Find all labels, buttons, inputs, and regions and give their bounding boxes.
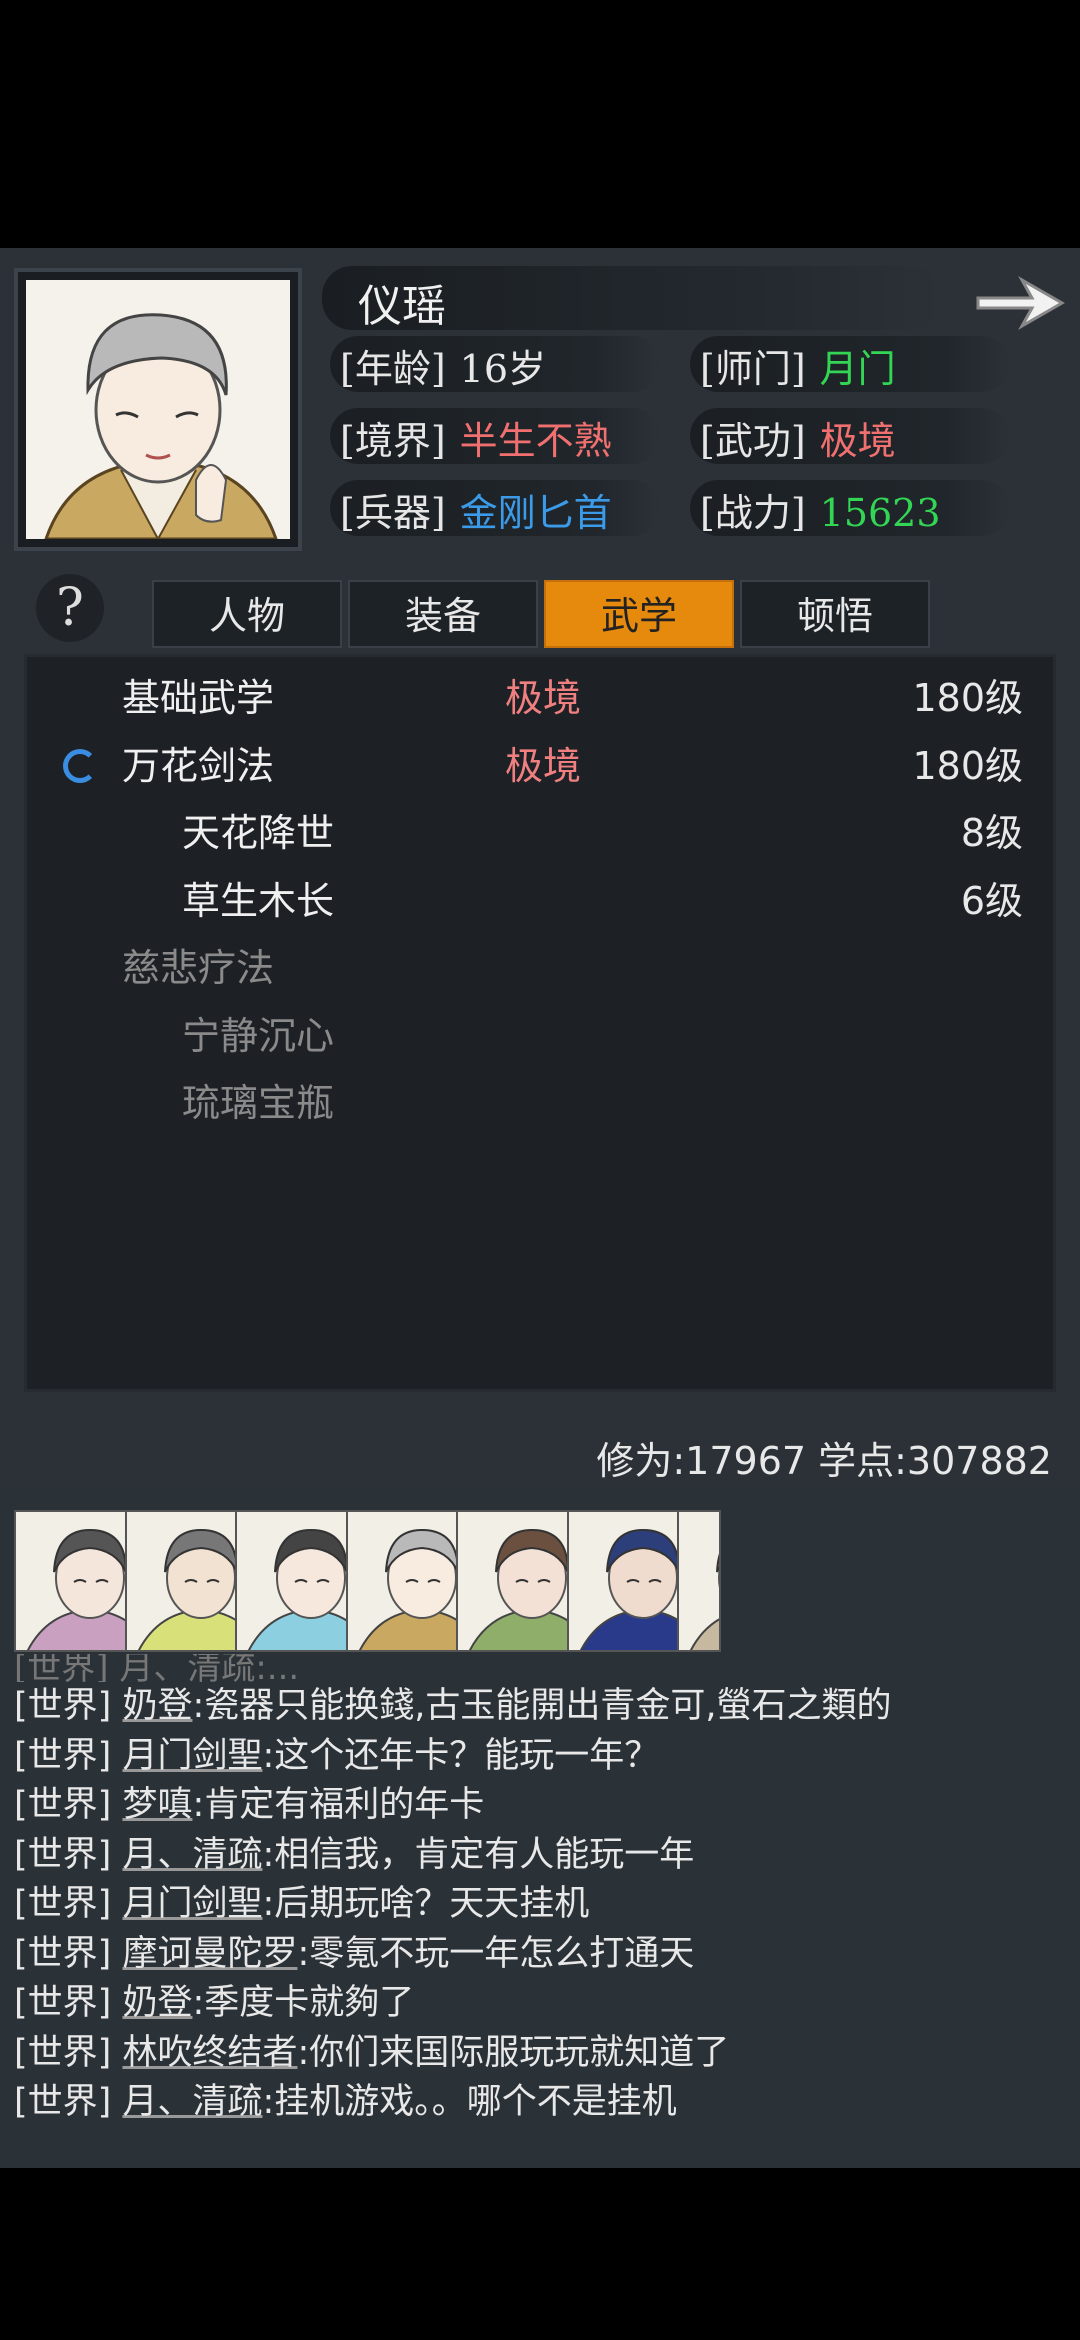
stat-value: 月门 [819, 347, 896, 391]
skill-level: 6级 [960, 878, 1023, 923]
portrait-frame [14, 268, 302, 551]
skill-name: 琉璃宝瓶 [182, 1081, 335, 1125]
chat-message: [世界] 月门剑聖:后期玩啥？天天挂机 [14, 1880, 1074, 1930]
stat-3: [武功] 极境 [700, 410, 896, 465]
skill-name: 宁静沉心 [182, 1013, 335, 1058]
chat-channel: [世界] [14, 1686, 123, 1726]
chat-message: [世界] 月门剑聖:这个还年卡？能玩一年？ [14, 1732, 1074, 1782]
stat-label: [武功] [700, 419, 806, 463]
skill-name: 草生木长 [182, 878, 335, 923]
character-portrait[interactable] [26, 280, 290, 539]
chat-text: :相信我，肯定有人能玩一年 [262, 1834, 695, 1875]
chat-area: [世界] 月、清疏:... [世界] 奶登:瓷器只能换錢,古玉能開出青金可,螢石… [0, 1488, 1080, 2168]
chat-channel: [世界] [14, 2032, 123, 2073]
stat-value: 极境 [819, 419, 896, 463]
chat-text: :瓷器只能换錢,古玉能開出青金可,螢石之類的 [192, 1686, 892, 1726]
tab-bar: ? 人物 装备 武学 顿悟 [0, 566, 1080, 654]
chat-message: [世界] 奶登:季度卡就夠了 [14, 1979, 1074, 2029]
chat-text: :这个还年卡？能玩一年？ [262, 1735, 660, 1776]
skill-name: 天花降世 [182, 811, 335, 855]
chat-channel: [世界] [14, 1834, 123, 1875]
skill-row[interactable]: 基础武学 极境 180级 [27, 665, 1059, 731]
stat-label: [战力] [700, 491, 806, 535]
chat-channel: [世界] [14, 1983, 123, 2023]
chat-text: :零氪不玩一年怎么打通天 [297, 1933, 695, 1974]
loading-spinner-icon [63, 748, 97, 783]
help-button[interactable]: ? [36, 574, 104, 642]
tab-2[interactable]: 武学 [544, 580, 734, 648]
skill-tier: 极境 [505, 743, 582, 788]
chat-username[interactable]: 奶登 [122, 1983, 192, 2023]
stat-5: [战力] 15623 [700, 482, 941, 537]
skill-row[interactable]: 琉璃宝瓶 [27, 1070, 1059, 1136]
chat-text: :季度卡就夠了 [192, 1983, 415, 2023]
stat-value: 16岁 [459, 347, 547, 391]
chat-message: [世界] 摩诃曼陀罗:零氪不玩一年怎么打通天 [14, 1930, 1074, 1980]
skill-name: 基础武学 [122, 676, 275, 720]
chat-channel: [世界] [14, 1785, 123, 1825]
chat-channel: [世界] [14, 1735, 123, 1776]
stat-2: [境界] 半生不熟 [340, 410, 612, 465]
tab-0[interactable]: 人物 [152, 580, 342, 648]
chat-channel: [世界] [14, 2082, 123, 2122]
cultivation-points: 修为:17967 学点:307882 [596, 1439, 1052, 1483]
skill-row[interactable]: 天花降世 8级 [27, 800, 1059, 866]
stat-value: 15623 [819, 491, 941, 535]
chat-text: :挂机游戏。。哪个不是挂机 [262, 2082, 677, 2122]
chat-username[interactable]: 奶登 [122, 1686, 192, 1726]
stat-value: 金刚匕首 [459, 491, 612, 535]
chat-text: :后期玩啥？天天挂机 [262, 1884, 590, 1924]
chat-line-partial: [世界] 月、清疏:... [14, 1654, 300, 1682]
stat-label: [兵器] [340, 491, 446, 535]
stat-value: 半生不熟 [459, 419, 612, 463]
stat-label: [境界] [340, 419, 446, 463]
chat-message: [世界] 梦嗔:肯定有福利的年卡 [14, 1781, 1074, 1831]
companion-avatar[interactable] [677, 1510, 721, 1652]
skill-level: 180级 [912, 676, 1023, 720]
chat-username[interactable]: 摩诃曼陀罗 [122, 1934, 297, 1974]
stat-0: [年龄] 16岁 [340, 338, 546, 393]
stat-label: [师门] [700, 347, 806, 391]
skill-tier: 极境 [505, 676, 582, 720]
chat-text: :你们来国际服玩玩就知道了 [297, 2032, 730, 2073]
chat-text: :肯定有福利的年卡 [192, 1785, 485, 1825]
chat-username[interactable]: 梦嗔 [122, 1785, 192, 1825]
chat-username[interactable]: 月、清疏 [122, 2082, 262, 2122]
character-name: 仪瑶 [358, 281, 446, 332]
skill-row[interactable]: 慈悲疗法 [27, 935, 1059, 1001]
chat-list[interactable]: [世界] 月、清疏:... [世界] 奶登:瓷器只能换錢,古玉能開出青金可,螢石… [14, 1654, 1074, 2128]
skills-list: 基础武学 极境 180级 万花剑法 极境 180级 天花降世 8级 草生木长 6级 慈悲疗法 宁静沉心… [24, 654, 1056, 1392]
points-bar: 修为:17967 学点:307882 [0, 1414, 1080, 1488]
skill-level: 180级 [912, 743, 1023, 788]
skill-name: 万花剑法 [122, 743, 275, 788]
skill-row[interactable]: 草生木长 6级 [27, 868, 1059, 934]
chat-username[interactable]: 月门剑聖 [122, 1884, 262, 1924]
tab-3[interactable]: 顿悟 [740, 580, 930, 648]
character-panel: 仪瑶 [年龄] 16岁 [师门] 月门 [境界] 半生不熟 [武功] 极境 [兵器] 金刚匕首 [战… [0, 248, 1080, 566]
chat-message: [世界] 林吹终结者:你们来国际服玩玩就知道了 [14, 2029, 1074, 2079]
chat-channel: [世界] [14, 1933, 123, 1974]
skill-row[interactable]: 万花剑法 极境 180级 [27, 733, 1059, 799]
skills-panel: 基础武学 极境 180级 万花剑法 极境 180级 天花降世 8级 草生木长 6级 慈悲疗法 宁静沉心… [0, 654, 1080, 1414]
avatar-bar [0, 1488, 1080, 1652]
chat-username[interactable]: 月、清疏 [122, 1835, 262, 1875]
chat-message: [世界] 月、清疏:挂机游戏。。哪个不是挂机 [14, 2078, 1074, 2128]
chat-channel: [世界] [14, 1884, 123, 1924]
stat-1: [师门] 月门 [700, 338, 896, 393]
stat-4: [兵器] 金刚匕首 [340, 482, 612, 537]
stat-label: [年龄] [340, 347, 446, 391]
chat-username[interactable]: 林吹终结者 [122, 2033, 297, 2073]
chat-username[interactable]: 月门剑聖 [122, 1736, 262, 1776]
tab-1[interactable]: 装备 [348, 580, 538, 648]
chat-message: [世界] 奶登:瓷器只能换錢,古玉能開出青金可,螢石之類的 [14, 1682, 1074, 1732]
skill-level: 8级 [960, 811, 1023, 855]
chat-message: [世界] 月、清疏:相信我，肯定有人能玩一年 [14, 1831, 1074, 1881]
skill-row[interactable]: 宁静沉心 [27, 1003, 1059, 1069]
next-character-arrow-icon[interactable] [970, 268, 1070, 338]
skill-name: 慈悲疗法 [122, 946, 275, 990]
